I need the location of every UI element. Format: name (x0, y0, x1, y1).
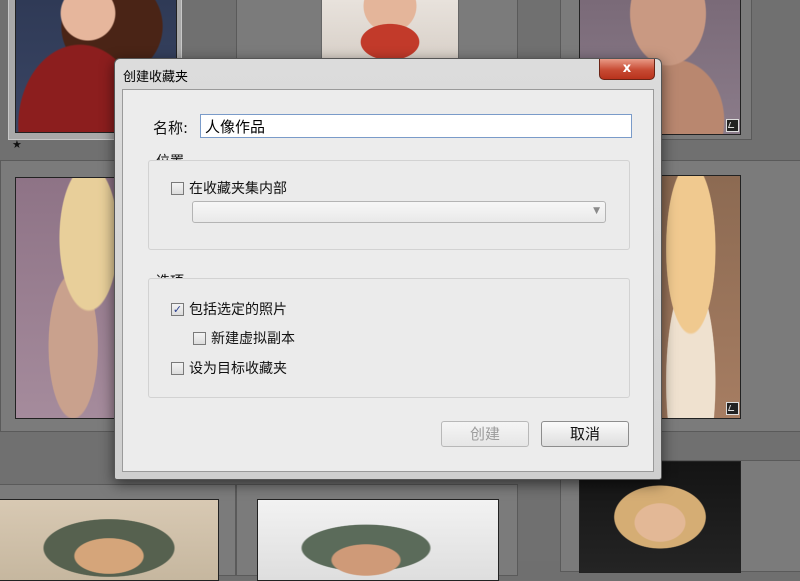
include-selected-label: 包括选定的照片 (189, 302, 287, 318)
cancel-button[interactable]: 取消 (541, 421, 629, 447)
grid-cell-6[interactable] (0, 484, 236, 581)
dropdown-arrow-icon: ▼ (593, 206, 600, 216)
new-virtual-copies-option[interactable]: 新建虚拟副本 (193, 328, 295, 348)
edit-badge-icon (726, 402, 739, 415)
checkmark-icon: ✓ (172, 302, 183, 316)
create-collection-dialog: 创建收藏夹 x 名称: 位置 在收藏夹集内部 ▼ 选项 ✓ 包括选定的照片 新建… (114, 58, 662, 480)
photo-thumbnail-woman-red-dress[interactable] (321, 0, 459, 61)
inside-set-checkbox[interactable] (171, 181, 184, 195)
collection-name-input[interactable] (200, 114, 632, 138)
create-button[interactable]: 创建 (441, 421, 529, 447)
grid-cell-7[interactable] (236, 484, 518, 581)
set-as-target-label: 设为目标收藏夹 (189, 361, 287, 377)
new-virtual-copies-label: 新建虚拟副本 (211, 331, 295, 347)
include-selected-option[interactable]: ✓ 包括选定的照片 (171, 299, 287, 319)
collection-set-select[interactable]: ▼ (192, 201, 606, 223)
close-icon: x (622, 61, 632, 76)
include-selected-checkbox[interactable]: ✓ (171, 302, 184, 316)
rating-star-icon: ★ (12, 138, 22, 151)
dialog-body: 名称: 位置 在收藏夹集内部 ▼ 选项 ✓ 包括选定的照片 新建虚拟副本 设为目… (122, 89, 654, 472)
photo-thumbnail-blonde-woman-lace[interactable] (657, 175, 741, 419)
new-virtual-copies-checkbox[interactable] (193, 331, 206, 345)
name-label: 名称: (153, 119, 189, 137)
set-as-target-checkbox[interactable] (171, 361, 184, 375)
photo-thumbnail-hooded-child-1[interactable] (0, 499, 219, 581)
dialog-title: 创建收藏夹 (123, 70, 189, 85)
inside-set-option[interactable]: 在收藏夹集内部 (171, 178, 287, 198)
close-button[interactable]: x (599, 59, 655, 80)
photo-thumbnail-hooded-child-2[interactable] (257, 499, 499, 581)
set-as-target-option[interactable]: 设为目标收藏夹 (171, 358, 287, 378)
inside-set-label: 在收藏夹集内部 (189, 181, 287, 197)
edit-badge-icon (726, 119, 739, 132)
dialog-title-bar[interactable]: 创建收藏夹 x (115, 59, 661, 89)
photo-thumbnail-blonde-woman-pink[interactable] (15, 177, 121, 419)
